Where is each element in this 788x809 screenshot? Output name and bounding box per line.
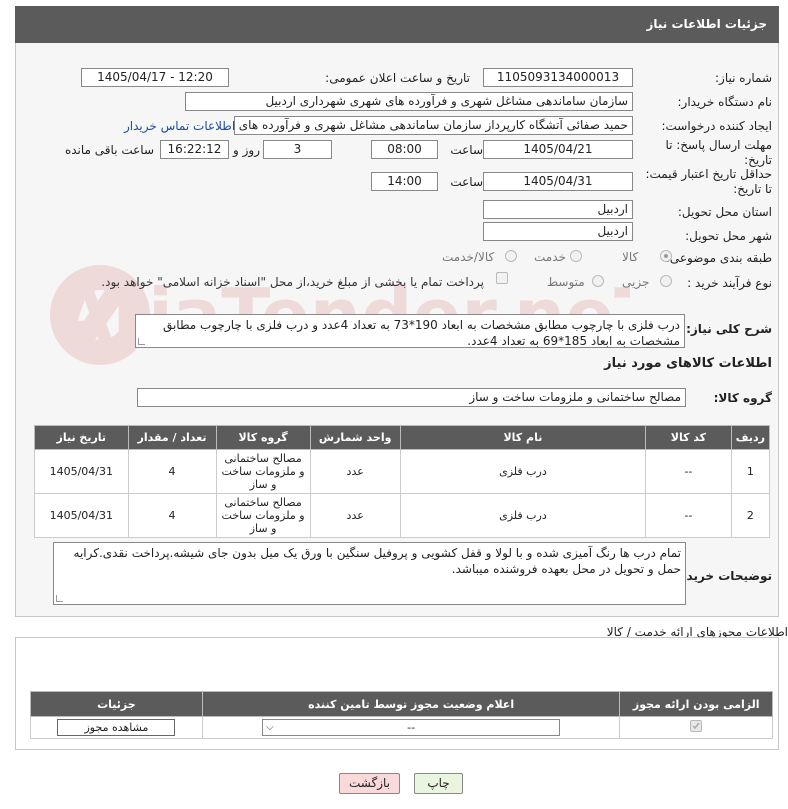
cell-code: -- [645, 493, 732, 538]
treasury-payment-checkbox[interactable] [496, 272, 508, 284]
deadline-time-field: 08:00 [371, 140, 438, 159]
items-table: ردیف کد کالا نام کالا واحد شمارش گروه کا… [34, 425, 771, 538]
cell-qty: 4 [127, 493, 217, 538]
goods-group-label: گروه کالا: [713, 391, 772, 405]
th-date: تاریخ نیاز [34, 425, 129, 450]
buyer-notes-line2: حمل و تحویل در محل بعهده فروشنده میباشد. [451, 562, 681, 576]
cell-group: مصالح ساختمانی و ملزومات ساخت و ساز [215, 493, 311, 538]
th-name: نام کالا [399, 425, 647, 450]
table-row: 2 -- درب فلزی عدد مصالح ساختمانی و ملزوم… [34, 493, 771, 538]
category-option-service: خدمت [534, 250, 566, 264]
th-qty: تعداد / مقدار [127, 425, 217, 450]
table-row: -- ⌵ مشاهده مجوز [30, 716, 773, 739]
deadline-label-line2: تاریخ: [744, 153, 772, 167]
buyer-org-field: سازمان ساماندهی مشاغل شهری و فرآورده های… [185, 92, 633, 111]
permit-required-checkbox[interactable] [690, 720, 703, 732]
process-option-medium: متوسط [547, 275, 585, 289]
category-radio-goods[interactable] [660, 250, 672, 262]
goods-info-title: اطلاعات کالاهای مورد نیاز [604, 356, 772, 371]
permit-details-cell: مشاهده مجوز [30, 716, 203, 739]
category-radio-both[interactable] [505, 250, 517, 262]
resize-handle[interactable] [56, 595, 63, 602]
city-field: اردبیل [483, 222, 633, 241]
goods-group-field: مصالح ساختمانی و ملزومات ساخت و ساز [137, 388, 686, 407]
requester-label: ایجاد کننده درخواست: [661, 119, 772, 133]
resize-handle[interactable] [138, 338, 145, 345]
cell-name: درب فلزی [399, 449, 647, 494]
price-validity-time-field: 14:00 [371, 172, 438, 191]
category-option-goods: کالا [622, 250, 639, 264]
category-option-both: کالا/خدمت [442, 250, 495, 264]
need-number-label: شماره نیاز: [715, 71, 772, 85]
check-icon [692, 722, 700, 730]
province-field: اردبیل [483, 200, 633, 219]
need-number-field: 1105093134000013 [483, 68, 633, 87]
panel-header: جزئیات اطلاعات نیاز [15, 6, 779, 43]
treasury-payment-note: پرداخت تمام یا بخشی از مبلغ خرید،از محل … [101, 275, 484, 289]
description-line1: درب فلزی با چارچوب مطابق مشخصات به ابعاد… [162, 318, 680, 332]
panel-title: جزئیات اطلاعات نیاز [646, 17, 767, 31]
cell-code: -- [645, 449, 732, 494]
buyer-contact-link[interactable]: اطلاعات تماس خریدار [124, 119, 235, 133]
process-option-minor: جزیی [622, 275, 650, 289]
process-label: نوع فرآیند خرید : [687, 276, 772, 290]
price-validity-time-label: ساعت [450, 175, 483, 189]
deadline-date-field: 1405/04/21 [483, 140, 633, 159]
cell-qty: 4 [127, 449, 217, 494]
announce-datetime-field: 1405/04/17 - 12:20 [81, 68, 229, 87]
th-unit: واحد شمارش [309, 425, 401, 450]
requester-field: حمید صفائی آتشگاه کارپرداز سازمان ساماند… [234, 116, 633, 135]
cell-unit: عدد [309, 493, 401, 538]
remaining-time-label: ساعت باقی مانده [64, 143, 154, 157]
price-validity-label-line2: تا تاریخ: [733, 182, 772, 196]
deadline-time-label: ساعت [450, 143, 483, 157]
cell-unit: عدد [309, 449, 401, 494]
cell-row: 2 [730, 493, 771, 538]
description-line2: مشخصات به ابعاد 185*69 به تعداد 4عدد. [467, 334, 680, 348]
remaining-time-field: 16:22:12 [160, 140, 229, 159]
deadline-days-label: روز و [233, 143, 260, 157]
description-textarea[interactable]: درب فلزی با چارچوب مطابق مشخصات به ابعاد… [135, 314, 685, 348]
category-label: طبقه بندی موضوعی: [665, 251, 772, 265]
cell-group: مصالح ساختمانی و ملزومات ساخت و ساز [215, 449, 311, 494]
cell-name: درب فلزی [399, 493, 647, 538]
permits-table: الزامی بودن ارائه مجوز اعلام وضعیت مجوز … [30, 691, 773, 739]
chevron-down-icon: ⌵ [266, 722, 274, 733]
th-code: کد کالا [645, 425, 732, 450]
buyer-notes-textarea[interactable]: تمام درب ها رنگ آمیزی شده و با لولا و قف… [53, 542, 686, 605]
table-row: 1 -- درب فلزی عدد مصالح ساختمانی و ملزوم… [34, 449, 771, 494]
permit-status-select-value: -- [407, 721, 416, 734]
th-permit-status: اعلام وضعیت مجوز توسط تامین کننده [201, 691, 621, 717]
deadline-days-field: 3 [263, 140, 332, 159]
buyer-notes-line1: تمام درب ها رنگ آمیزی شده و با لولا و قف… [73, 546, 681, 560]
description-label: شرح کلی نیاز: [686, 322, 772, 336]
view-permit-button[interactable]: مشاهده مجوز [57, 719, 176, 736]
back-button[interactable]: بازگشت [339, 773, 400, 794]
buyer-org-label: نام دستگاه خریدار: [677, 95, 773, 109]
cell-date: 1405/04/31 [34, 493, 129, 538]
process-radio-minor[interactable] [660, 275, 672, 287]
deadline-label-line1: مهلت ارسال پاسخ: تا [665, 138, 772, 152]
price-validity-label-line1: حداقل تاریخ اعتبار قیمت: [645, 167, 772, 181]
permit-status-cell: -- ⌵ [201, 716, 621, 739]
province-label: استان محل تحویل: [677, 205, 772, 219]
print-button[interactable]: چاپ [414, 773, 463, 794]
th-group: گروه کالا [215, 425, 311, 450]
th-permit-details: جزئیات [30, 691, 203, 717]
th-row: ردیف [730, 425, 771, 450]
category-radio-service[interactable] [570, 250, 582, 262]
permit-required-cell [619, 716, 773, 739]
city-label: شهر محل تحویل: [685, 229, 772, 243]
permit-status-select[interactable]: -- ⌵ [262, 719, 561, 736]
cell-row: 1 [730, 449, 771, 494]
cell-date: 1405/04/31 [34, 449, 129, 494]
price-validity-date-field: 1405/04/31 [483, 172, 633, 191]
announce-label: تاریخ و ساعت اعلان عمومی: [325, 71, 470, 85]
process-radio-medium[interactable] [592, 275, 604, 287]
th-permit-required: الزامی بودن ارائه مجوز [619, 691, 773, 717]
